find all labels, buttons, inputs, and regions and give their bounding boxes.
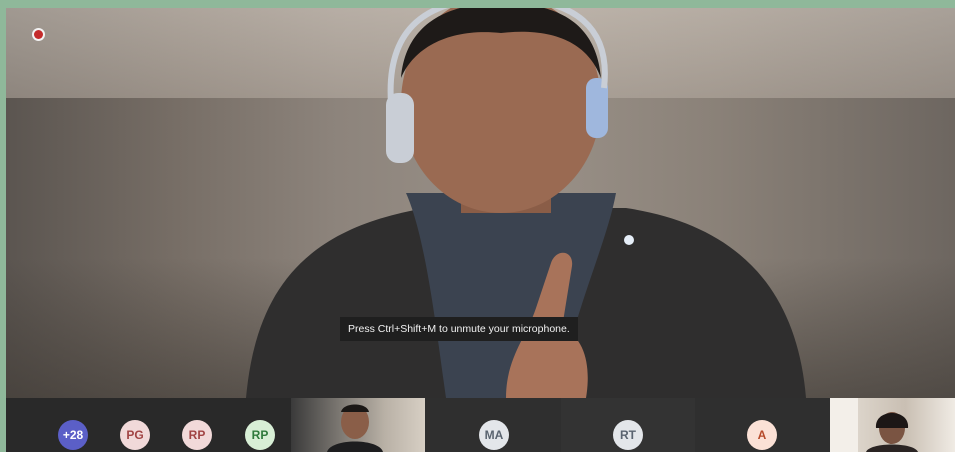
participant-avatar[interactable]: PG [120,420,150,450]
participant-tile[interactable]: A [695,398,830,452]
participant-video [830,398,918,452]
participant-avatar[interactable]: RP [182,420,212,450]
participant-tile[interactable]: MA [425,398,561,452]
participant-avatar[interactable]: RP [245,420,275,450]
participant-tile[interactable]: RT [561,398,695,452]
recording-indicator [34,30,43,39]
main-video-feed[interactable]: Press Ctrl+Shift+M to unmute your microp… [6,8,955,398]
participant-avatar: A [747,420,777,450]
participant-avatar: RT [613,420,643,450]
participant-strip: +28 PG RP RP MA RT A [6,398,955,452]
participant-video-tile[interactable] [291,398,425,452]
meeting-window: Press Ctrl+Shift+M to unmute your microp… [6,8,955,452]
participant-video-tile[interactable] [830,398,955,452]
more-participants-button[interactable]: +28 [58,420,88,450]
unmute-hint-caption: Press Ctrl+Shift+M to unmute your microp… [340,317,578,341]
participant-avatar: MA [479,420,509,450]
participant-video [327,404,383,452]
